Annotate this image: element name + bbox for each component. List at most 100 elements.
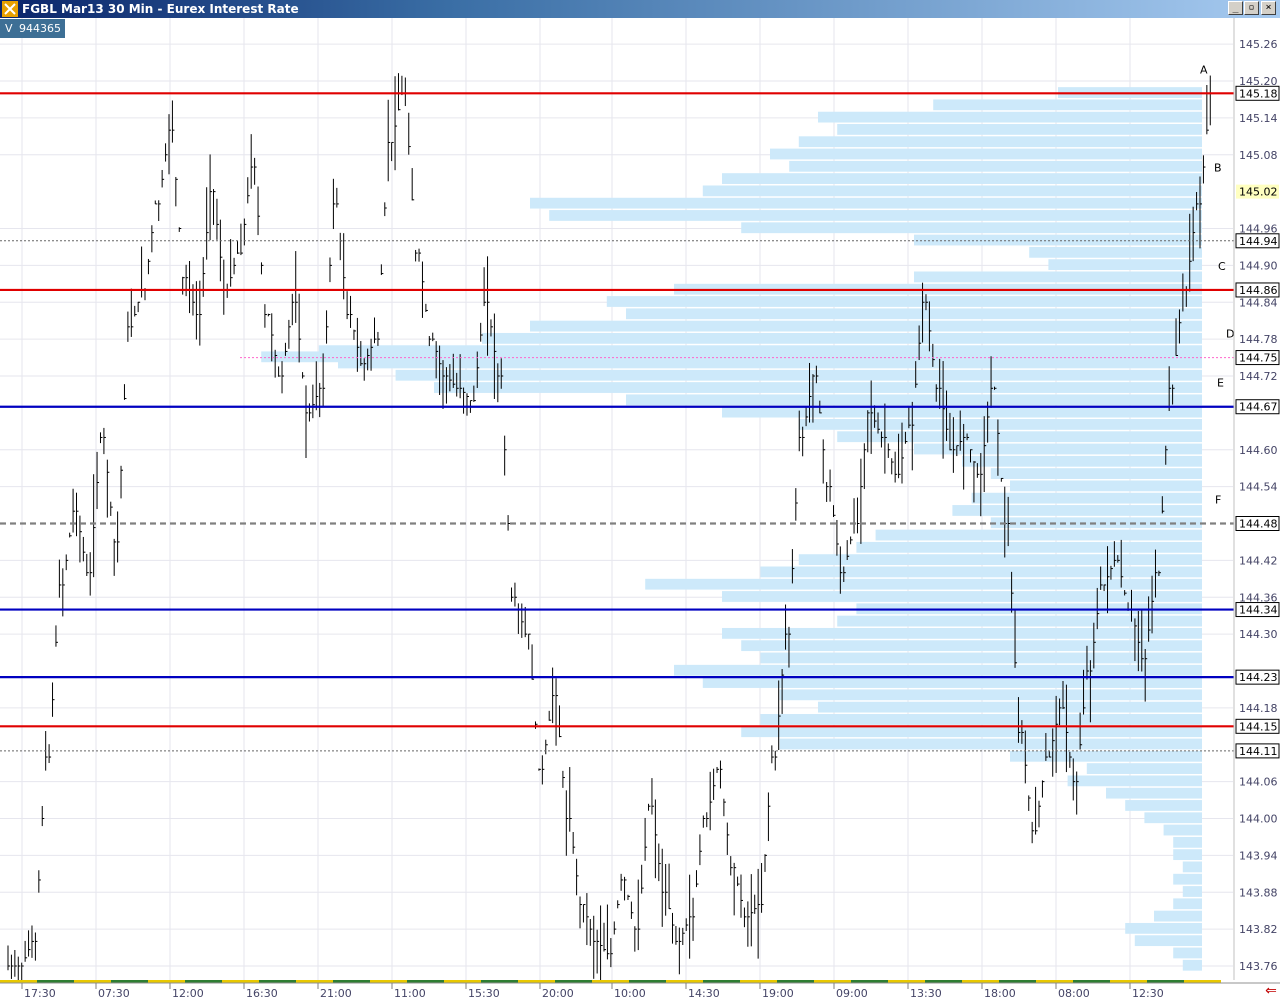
x-tick-label: 15:30 — [468, 987, 500, 1000]
title-bar[interactable]: FGBL Mar13 30 Min - Eurex Interest Rate … — [0, 0, 1280, 18]
y-tick-label: 144.30 — [1239, 628, 1278, 641]
x-tick-label: 21:00 — [320, 987, 352, 1000]
profile-bar — [1182, 861, 1202, 873]
x-tick-label: 09:00 — [836, 987, 868, 1000]
profile-bar — [338, 357, 1202, 369]
profile-bar — [914, 234, 1202, 246]
profile-bar — [1173, 898, 1202, 910]
maximize-button[interactable]: ▫ — [1244, 1, 1259, 15]
y-tick-label: 143.88 — [1239, 886, 1278, 899]
close-button[interactable]: × — [1261, 1, 1276, 15]
y-tick-label: 144.18 — [1239, 702, 1278, 715]
x-tick-label: 19:00 — [762, 987, 794, 1000]
profile-bar — [837, 124, 1202, 135]
price-box-label: 144.11 — [1239, 745, 1278, 758]
profile-bar — [741, 640, 1202, 652]
profile-bar — [1154, 910, 1202, 922]
x-tick-label: 18:00 — [984, 987, 1016, 1000]
y-tick-label: 144.00 — [1239, 813, 1278, 826]
profile-bar — [702, 677, 1202, 688]
profile-bar — [674, 664, 1202, 676]
profile-bar — [722, 173, 1202, 184]
profile-bar — [1067, 775, 1202, 787]
profile-bar — [395, 369, 1203, 381]
y-tick-label: 144.06 — [1239, 776, 1278, 789]
x-tick-label: 16:30 — [246, 987, 278, 1000]
profile-bar — [1144, 812, 1202, 824]
x-tick-label: 12:30 — [1132, 987, 1164, 1000]
y-tick-label: 143.82 — [1239, 923, 1278, 936]
profile-bar — [741, 222, 1202, 234]
y-tick-label: 145.14 — [1239, 112, 1278, 125]
profile-bar — [530, 197, 1202, 209]
volume-value: 944365 — [19, 22, 61, 35]
y-tick-label: 144.72 — [1239, 370, 1278, 383]
profile-bar — [1010, 480, 1202, 492]
price-box-label: 145.02 — [1239, 186, 1278, 199]
profile-bar — [990, 468, 1202, 479]
profile-bar — [837, 615, 1202, 627]
x-tick-label: 10:00 — [614, 987, 646, 1000]
price-box-label: 144.34 — [1239, 604, 1278, 617]
profile-bar — [1125, 922, 1202, 934]
price-box-label: 145.18 — [1239, 87, 1278, 100]
profile-bar — [971, 492, 1202, 504]
y-tick-label: 144.54 — [1239, 481, 1278, 494]
x-tick-label: 08:00 — [1058, 987, 1090, 1000]
profile-bar — [626, 308, 1202, 320]
profile-bar — [722, 591, 1202, 602]
y-axis-background — [1234, 18, 1280, 980]
price-box-label: 144.94 — [1239, 235, 1278, 248]
y-tick-label: 144.42 — [1239, 554, 1278, 567]
price-box-label: 144.15 — [1239, 720, 1278, 733]
profile-bar — [798, 554, 1202, 566]
profile-bar — [798, 136, 1202, 148]
profile-bar — [789, 160, 1202, 172]
profile-bar — [549, 210, 1202, 221]
y-tick-label: 145.26 — [1239, 38, 1278, 51]
profile-bar — [1173, 873, 1202, 885]
chart-window: FGBL Mar13 30 Min - Eurex Interest Rate … — [0, 0, 1280, 1000]
x-tick-label: 20:00 — [542, 987, 574, 1000]
price-box-label: 144.67 — [1239, 401, 1278, 414]
profile-bar — [798, 419, 1202, 430]
volume-label: V — [5, 22, 13, 35]
profile-bar — [818, 111, 1202, 123]
level-letter: F — [1215, 494, 1221, 507]
x-tick-label: 07:30 — [98, 987, 130, 1000]
profile-bar — [1163, 824, 1202, 836]
minimize-button[interactable]: _ — [1228, 1, 1243, 15]
price-chart[interactable]: ABCDEF145.26145.20145.14145.08144.96144.… — [0, 18, 1280, 1000]
profile-bar — [1173, 947, 1202, 959]
profile-bar — [722, 406, 1202, 418]
profile-bar — [933, 99, 1202, 111]
profile-bar — [645, 578, 1202, 590]
profile-bar — [722, 627, 1202, 639]
profile-bar — [626, 394, 1202, 406]
profile-bar — [482, 332, 1202, 344]
profile-bar — [1125, 800, 1202, 811]
y-tick-label: 145.08 — [1239, 149, 1278, 162]
price-box-label: 144.75 — [1239, 352, 1278, 365]
profile-bar — [1106, 787, 1202, 799]
profile-bar — [1182, 886, 1202, 897]
level-letter: D — [1226, 328, 1234, 341]
level-letter: E — [1217, 377, 1224, 390]
level-letter: B — [1214, 162, 1222, 175]
level-letter: A — [1200, 63, 1208, 76]
profile-bar — [1029, 246, 1202, 258]
scroll-left-icon[interactable]: ⇐ — [1262, 983, 1280, 1000]
profile-bar — [818, 701, 1202, 713]
profile-bar — [856, 541, 1202, 553]
y-tick-label: 144.60 — [1239, 444, 1278, 457]
profile-bar — [1010, 750, 1202, 762]
profile-bar — [606, 296, 1202, 307]
y-tick-label: 144.84 — [1239, 296, 1278, 309]
profile-bar — [1182, 959, 1202, 971]
profile-bar — [434, 382, 1202, 393]
profile-bar — [702, 185, 1202, 197]
app-icon — [2, 1, 18, 17]
profile-bar — [760, 566, 1202, 578]
x-tick-label: 17:30 — [24, 987, 56, 1000]
profile-bar — [1048, 259, 1202, 271]
